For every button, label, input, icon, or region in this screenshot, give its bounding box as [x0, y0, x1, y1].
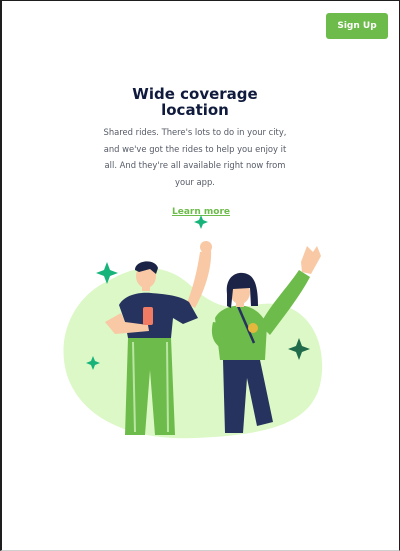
sign-up-button[interactable]: Sign Up [326, 13, 388, 39]
hero-illustration [63, 215, 323, 439]
page-title: Wide coverage location [132, 85, 258, 119]
sparkle-icon [194, 215, 208, 229]
page-subtitle: Shared rides. There's lots to do in your… [103, 127, 287, 187]
